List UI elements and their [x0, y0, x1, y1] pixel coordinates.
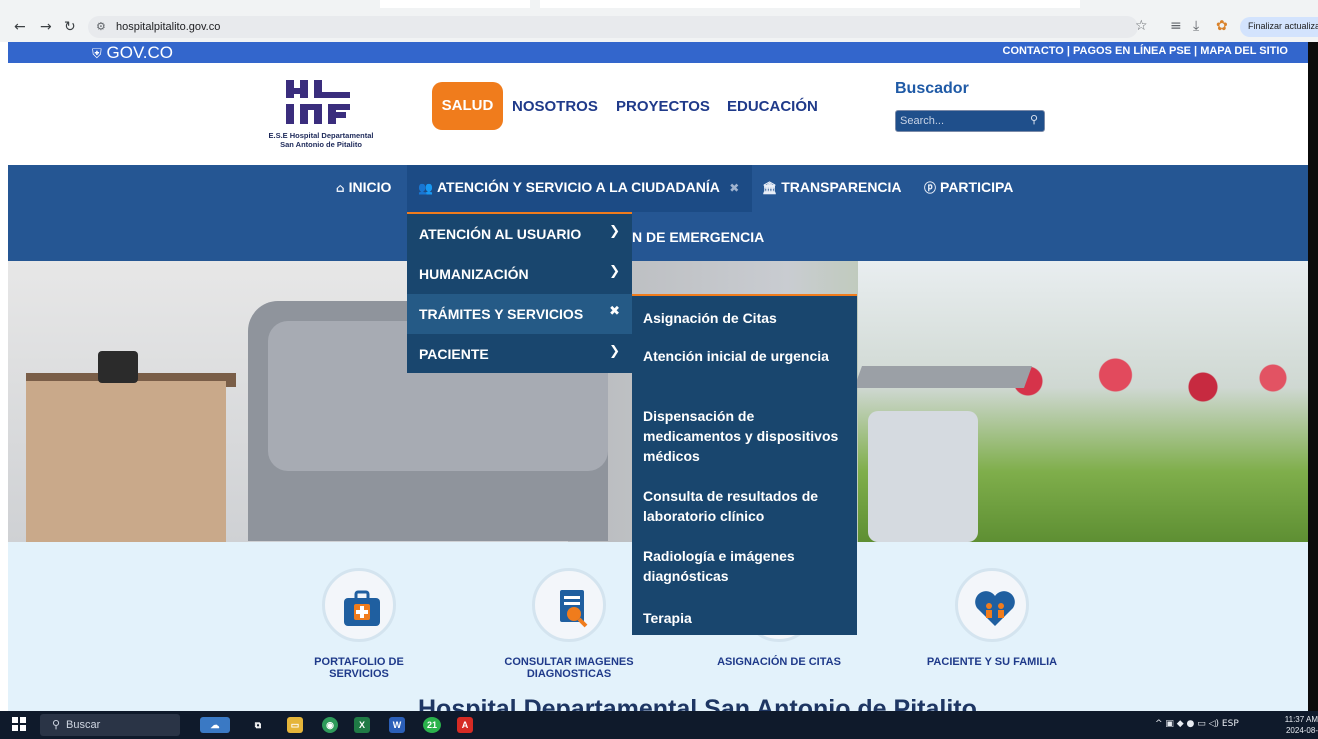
quick-card-label: CONSULTAR IMAGENES DIAGNOSTICAS: [504, 656, 634, 680]
nav-transparencia[interactable]: 🏛 TRANSPARENCIA: [762, 179, 902, 201]
submenu-item-laboratorio[interactable]: Consulta de resultados de laboratorio cl…: [643, 486, 848, 526]
dropdown-item-label: TRÁMITES Y SERVICIOS: [419, 306, 584, 322]
extension-icon[interactable]: ✿: [1216, 18, 1228, 34]
gov-logo[interactable]: ⛨ GOV.CO: [92, 43, 173, 63]
forward-arrow-icon[interactable]: →: [40, 19, 52, 35]
address-bar[interactable]: [88, 16, 1138, 38]
search-label: Buscador: [895, 80, 969, 97]
dropdown-item-label: PACIENTE: [419, 346, 489, 362]
whatsapp-icon[interactable]: 21: [423, 717, 441, 733]
dropdown-menu: ATENCIÓN AL USUARIO ❯ HUMANIZACIÓN ❯ TRÁMI…: [407, 212, 632, 373]
logo-caption-line2: San Antonio de Pitalito: [280, 140, 362, 149]
bookmark-star-icon[interactable]: ☆: [1135, 18, 1148, 34]
document-search-icon: [532, 568, 606, 642]
hospital-logo-icon: [286, 80, 350, 124]
chevron-right-icon: ❯: [609, 224, 620, 239]
gov-links[interactable]: CONTACTO | PAGOS EN LÍNEA PSE | MAPA DEL…: [1003, 45, 1288, 57]
search-box: ⚲: [895, 110, 1045, 132]
acrobat-icon[interactable]: A: [457, 717, 473, 733]
chevron-right-icon: ❯: [609, 344, 620, 359]
close-icon[interactable]: ✖: [609, 304, 620, 319]
submenu-item-citas[interactable]: Asignación de Citas: [643, 308, 848, 328]
nav-participa[interactable]: ⓟ PARTICIPA: [924, 179, 1013, 201]
submenu-item-radiologia[interactable]: Radiología e imágenes diagnósticas: [643, 546, 848, 586]
nosotros-link[interactable]: NOSOTROS: [512, 98, 598, 115]
search-icon[interactable]: ⚲: [1030, 113, 1038, 126]
nav-atencion[interactable]: 👥 ATENCIÓN Y SERVICIO A LA CIUDADANÍA ✖: [418, 179, 743, 201]
dropdown-item-label: HUMANIZACIÓN: [419, 266, 529, 282]
dropdown-item-humanizacion[interactable]: HUMANIZACIÓN ❯: [407, 254, 632, 294]
clock-date: 2024-08-: [1285, 726, 1318, 735]
users-icon: 👥: [418, 181, 433, 195]
browser-tab-active[interactable]: [540, 0, 1080, 8]
clock[interactable]: 11:37 AM 2024-08-: [1272, 714, 1318, 736]
nav-atencion-label: ATENCIÓN Y SERVICIO A LA CIUDADANÍA: [436, 179, 720, 195]
update-browser-button[interactable]: Finalizar actualización: [1240, 17, 1318, 37]
url-text[interactable]: hospitalpitalito.gov.co: [116, 21, 220, 33]
download-icon[interactable]: ⤓: [1193, 18, 1199, 34]
logo-caption-line1: E.S.E Hospital Departamental: [268, 131, 374, 140]
salud-button[interactable]: SALUD: [432, 82, 503, 130]
word-icon[interactable]: W: [389, 717, 405, 733]
submenu-item-dispensacion[interactable]: Dispensación de medicamentos y dispositi…: [643, 406, 848, 466]
submenu: Asignación de Citas Atención inicial de …: [632, 294, 857, 635]
site-settings-icon[interactable]: ⚙: [96, 20, 106, 33]
hospital-logo[interactable]: E.S.E Hospital Departamental San Antonio…: [254, 72, 388, 158]
dropdown-item-tramites[interactable]: TRÁMITES Y SERVICIOS ✖: [407, 294, 632, 334]
dropdown-item-paciente[interactable]: PACIENTE ❯: [407, 334, 632, 374]
excel-icon[interactable]: X: [354, 717, 370, 733]
dropdown-item-label: ATENCIÓN AL USUARIO: [419, 226, 582, 242]
search-input[interactable]: [896, 111, 1026, 131]
taskbar-search[interactable]: Buscar: [40, 714, 180, 736]
clock-time: 11:37 AM: [1284, 715, 1318, 724]
chrome-icon[interactable]: ◉: [322, 717, 338, 733]
dropdown-item-atencion-usuario[interactable]: ATENCIÓN AL USUARIO ❯: [407, 214, 632, 254]
nav-inicio-label: INICIO: [348, 179, 392, 195]
briefcase-icon: [322, 568, 396, 642]
taskbar: [0, 711, 1318, 739]
window-edge: [1308, 42, 1318, 711]
quick-card-label: PACIENTE Y SU FAMILIA: [926, 656, 1058, 668]
language-indicator[interactable]: ESP: [1222, 719, 1239, 729]
quick-card-portafolio[interactable]: PORTAFOLIO DE SERVICIOS: [284, 568, 434, 680]
browser-tab[interactable]: [380, 0, 530, 8]
file-explorer-icon[interactable]: ▭: [287, 717, 303, 733]
back-arrow-icon[interactable]: ←: [14, 19, 26, 35]
submenu-item-urgencia[interactable]: Atención inicial de urgencia: [643, 346, 848, 366]
search-icon: ⚲: [52, 718, 61, 731]
bank-icon: 🏛: [762, 181, 778, 195]
gov-logo-text: GOV.CO: [106, 43, 173, 62]
educacion-link[interactable]: EDUCACIÓN: [727, 98, 818, 115]
submenu-item-terapia[interactable]: Terapia: [643, 608, 848, 628]
participa-icon: ⓟ: [924, 181, 937, 195]
reload-icon[interactable]: ↻: [64, 19, 76, 35]
quick-card-imagenes[interactable]: CONSULTAR IMAGENES DIAGNOSTICAS: [494, 568, 644, 680]
nav-transparencia-label: TRANSPARENCIA: [781, 179, 902, 195]
heart-family-icon: [955, 568, 1029, 642]
home-icon: ⌂: [336, 181, 345, 195]
reading-list-icon[interactable]: ≡: [1170, 18, 1182, 34]
quick-card-paciente[interactable]: PACIENTE Y SU FAMILIA: [917, 568, 1067, 668]
whatsapp-badge: 21: [426, 720, 437, 730]
quick-card-label: PORTAFOLIO DE SERVICIOS: [314, 656, 404, 680]
weather-icon[interactable]: ☁: [200, 717, 230, 733]
nav-participa-label: PARTICIPA: [940, 179, 1014, 195]
proyectos-link[interactable]: PROYECTOS: [616, 98, 710, 115]
shield-icon: ⛨: [92, 47, 102, 62]
windows-start-icon[interactable]: [12, 717, 26, 731]
nav-inicio[interactable]: ⌂ INICIO: [336, 179, 391, 201]
chevron-right-icon: ❯: [609, 264, 620, 279]
task-view-icon[interactable]: ⧉: [250, 717, 266, 733]
system-tray[interactable]: ^ ▣ ◆ ● ▭ ◁) ESP: [1155, 719, 1239, 729]
close-icon[interactable]: ✖: [729, 181, 739, 195]
logo-caption: E.S.E Hospital Departamental San Antonio…: [254, 131, 388, 149]
quick-card-label: ASIGNACIÓN DE CITAS: [717, 656, 841, 668]
nav-emergencia[interactable]: N DE EMERGENCIA: [632, 229, 764, 245]
